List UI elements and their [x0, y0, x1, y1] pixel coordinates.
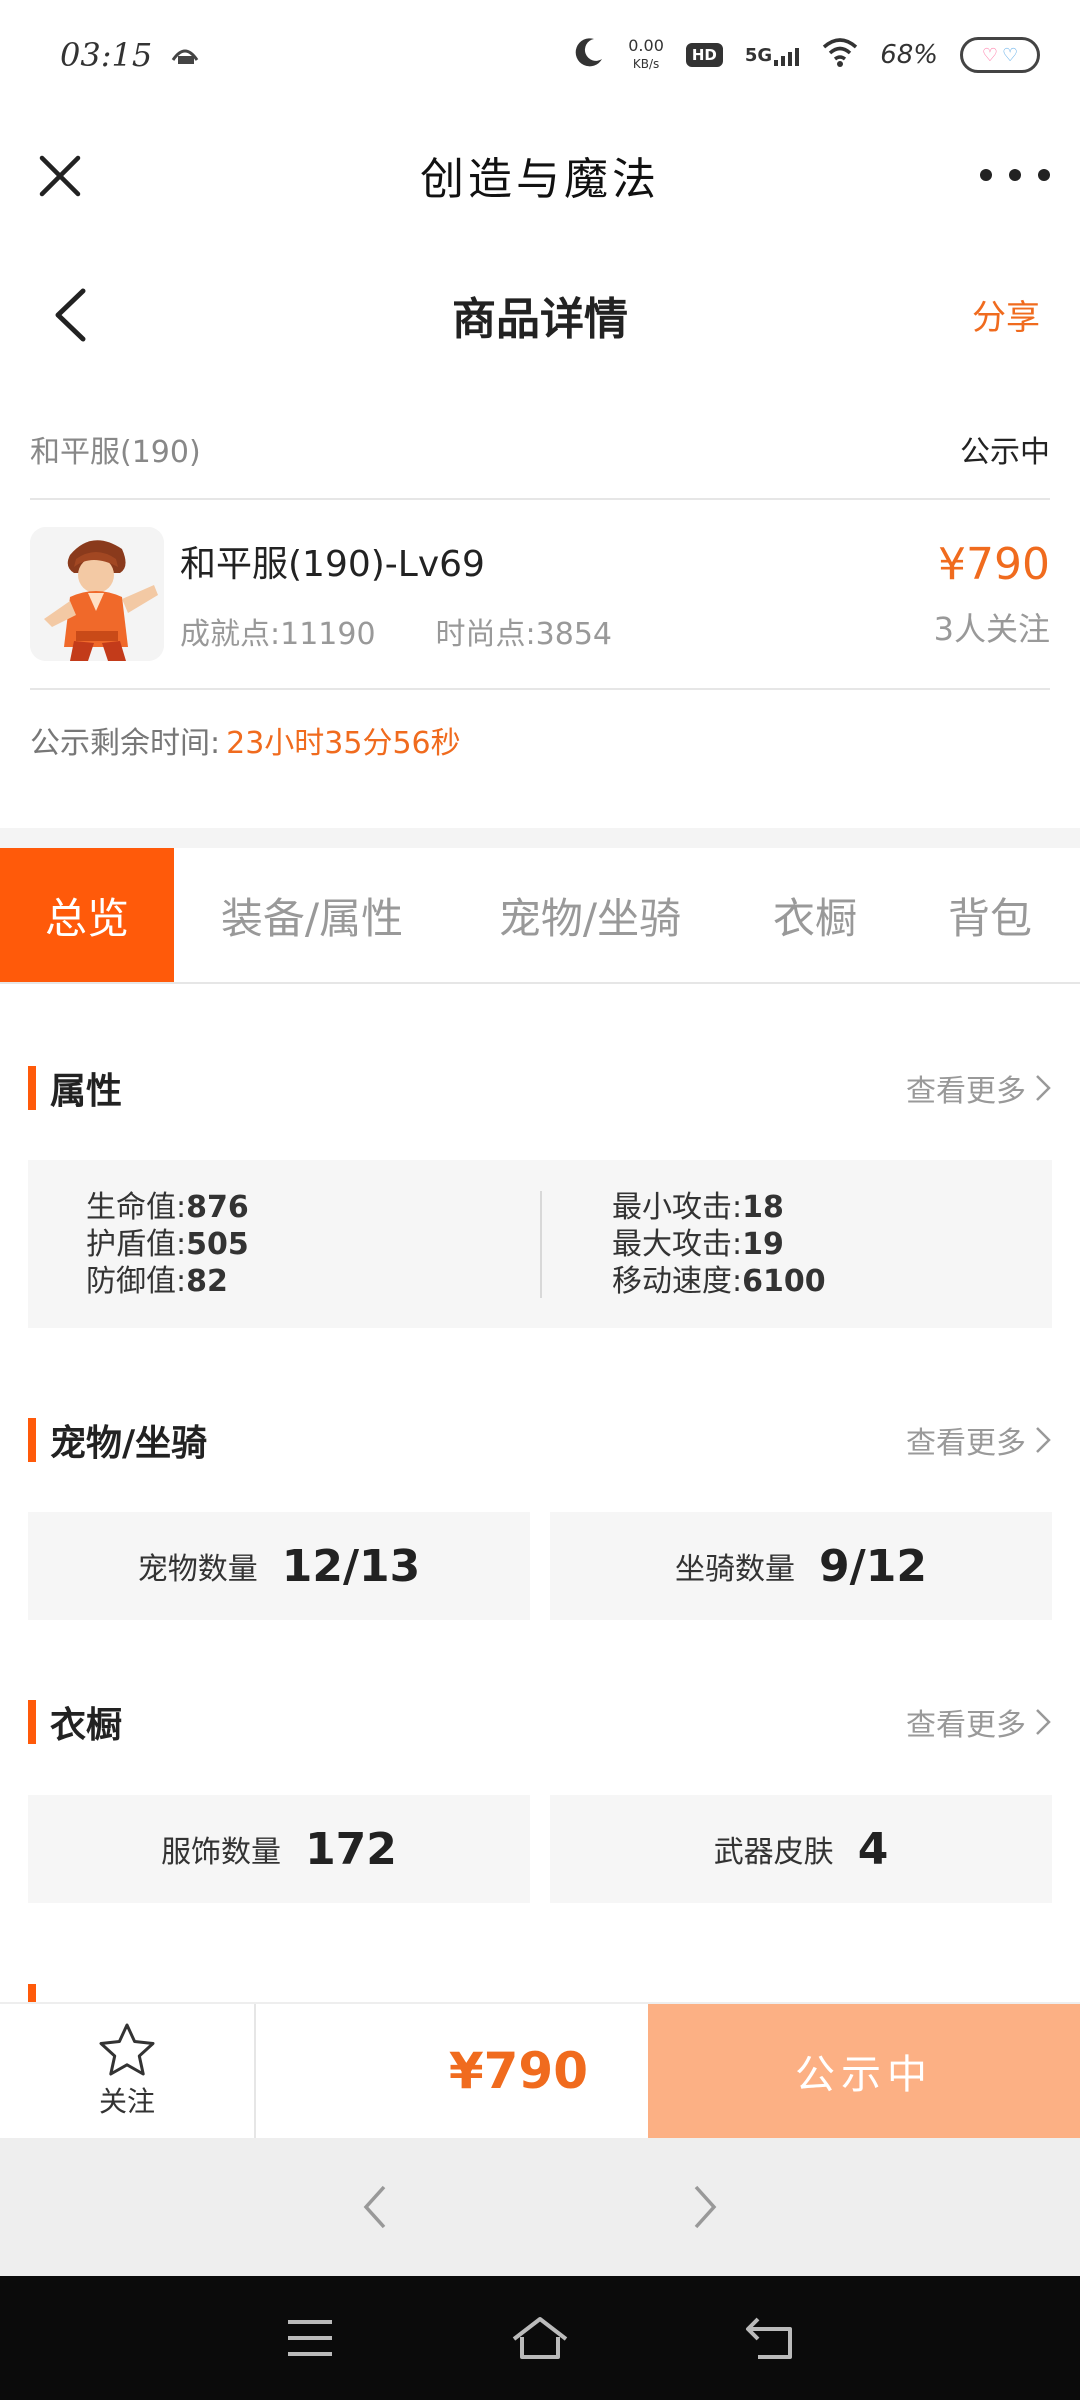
more-options-icon[interactable]: [980, 150, 1050, 200]
attr-max-attack: 最大攻击:19: [612, 1226, 784, 1262]
return-icon[interactable]: [740, 2308, 800, 2368]
tab-wardrobe[interactable]: 衣橱: [730, 848, 900, 982]
share-button[interactable]: 分享: [972, 290, 1040, 339]
section-accent: [28, 1066, 36, 1110]
attr-min-attack: 最小攻击:18: [612, 1189, 784, 1225]
pet-count-label: 宠物数量: [137, 1552, 258, 1587]
section-accent: [28, 1984, 36, 2002]
wardrobe-header: 衣橱 查看更多: [28, 1692, 1052, 1752]
wardrobe-title: 衣橱: [50, 1705, 123, 1746]
outfit-count-card: 服饰数量 172: [28, 1795, 530, 1903]
notification-icon: [170, 40, 200, 70]
divider: [0, 828, 1080, 848]
mount-count-value: 9/12: [819, 1540, 927, 1592]
action-bar: 关注 ¥790 公示中: [0, 2002, 1080, 2138]
attr-shield: 护盾值:505: [86, 1226, 249, 1262]
section-accent: [28, 1700, 36, 1744]
weapon-skin-card: 武器皮肤 4: [550, 1795, 1052, 1903]
chevron-right-icon: [1036, 1427, 1051, 1453]
weapon-skin-value: 4: [857, 1823, 889, 1875]
product-info: 和平服(190) 公示中 和平服(190)-Lv69 成就点:11190 时尚点…: [30, 400, 1050, 790]
achievement-points: 成就点:11190: [180, 617, 376, 652]
page-title: 商品详情: [452, 294, 628, 345]
chevron-right-icon: [1036, 1709, 1051, 1735]
net-speed: 0.00 KB/s: [628, 36, 664, 72]
app-titlebar: 创造与魔法: [0, 110, 1080, 240]
wardrobe-see-more[interactable]: 查看更多: [906, 1700, 1052, 1744]
attributes-title: 属性: [50, 1071, 123, 1112]
signal-icon: 5G: [745, 45, 800, 66]
attributes-header: 属性 查看更多: [28, 1058, 1052, 1118]
attr-move-speed: 移动速度:6100: [612, 1263, 826, 1299]
tab-equipment[interactable]: 装备/属性: [174, 848, 450, 982]
server-row: 和平服(190) 公示中: [30, 400, 1050, 500]
countdown-label: 公示剩余时间:: [30, 726, 221, 761]
section-accent: [28, 1418, 36, 1462]
listing-status: 公示中: [960, 435, 1050, 470]
nav-forward-icon[interactable]: [675, 2177, 735, 2237]
pets-header: 宠物/坐骑 查看更多: [28, 1410, 1052, 1470]
close-icon[interactable]: [30, 146, 90, 206]
countdown-value: 23小时35分56秒: [226, 726, 461, 761]
tab-pets-mounts[interactable]: 宠物/坐骑: [450, 848, 730, 982]
status-bar: 03:15 0.00 KB/s HD 5G 68% ♡ ♡: [0, 0, 1080, 110]
outfit-count-value: 172: [305, 1823, 397, 1875]
app-title: 创造与魔法: [420, 154, 660, 205]
status-time: 03:15: [60, 36, 153, 74]
system-nav: [0, 2276, 1080, 2400]
attributes-panel: 生命值:876 护盾值:505 防御值:82 最小攻击:18 最大攻击:19 移…: [28, 1160, 1052, 1328]
follow-button[interactable]: 关注: [0, 2004, 256, 2138]
fashion-points: 时尚点:3854: [435, 617, 613, 652]
mount-count-card: 坐骑数量 9/12: [550, 1512, 1052, 1620]
moon-icon: [572, 35, 606, 75]
star-icon: [99, 2023, 155, 2076]
server-name: 和平服(190): [30, 435, 201, 470]
battery-percent: 68%: [880, 40, 938, 70]
chevron-right-icon: [1036, 1075, 1051, 1101]
follower-count: 3人关注: [933, 609, 1050, 648]
follow-label: 关注: [98, 2085, 155, 2118]
hd-icon: HD: [685, 43, 723, 67]
attributes-see-more[interactable]: 查看更多: [906, 1066, 1052, 1110]
weapon-skin-label: 武器皮肤: [713, 1835, 834, 1870]
wifi-icon: [822, 37, 858, 73]
character-avatar: [30, 527, 164, 661]
browser-nav: [0, 2138, 1080, 2276]
bottom-price: ¥790: [448, 2042, 588, 2100]
product-name: 和平服(190)-Lv69: [180, 544, 485, 585]
nav-back-icon[interactable]: [345, 2177, 405, 2237]
home-icon[interactable]: [510, 2308, 570, 2368]
outfit-count-label: 服饰数量: [161, 1835, 282, 1870]
product-card[interactable]: 和平服(190)-Lv69 成就点:11190 时尚点:3854 ¥790 3人…: [30, 500, 1050, 690]
pets-see-more[interactable]: 查看更多: [906, 1418, 1052, 1462]
attr-hp: 生命值:876: [86, 1189, 249, 1225]
tab-backpack[interactable]: 背包: [900, 848, 1080, 982]
pets-title: 宠物/坐骑: [50, 1423, 208, 1464]
mount-count-label: 坐骑数量: [675, 1552, 796, 1587]
pet-count-value: 12/13: [281, 1540, 421, 1592]
tab-bar: 总览 装备/属性 宠物/坐骑 衣橱 背包: [0, 848, 1080, 984]
attr-defense: 防御值:82: [86, 1263, 228, 1299]
menu-icon[interactable]: [280, 2308, 340, 2368]
page-header: 商品详情 分享: [0, 250, 1080, 380]
countdown-row: 公示剩余时间: 23小时35分56秒: [30, 690, 1050, 790]
back-arrow-icon[interactable]: [40, 280, 100, 350]
tab-overview[interactable]: 总览: [0, 848, 174, 982]
buy-button[interactable]: 公示中: [648, 2004, 1080, 2138]
pet-count-card: 宠物数量 12/13: [28, 1512, 530, 1620]
product-price: ¥790: [938, 538, 1050, 590]
battery-icon: ♡ ♡: [960, 37, 1040, 73]
